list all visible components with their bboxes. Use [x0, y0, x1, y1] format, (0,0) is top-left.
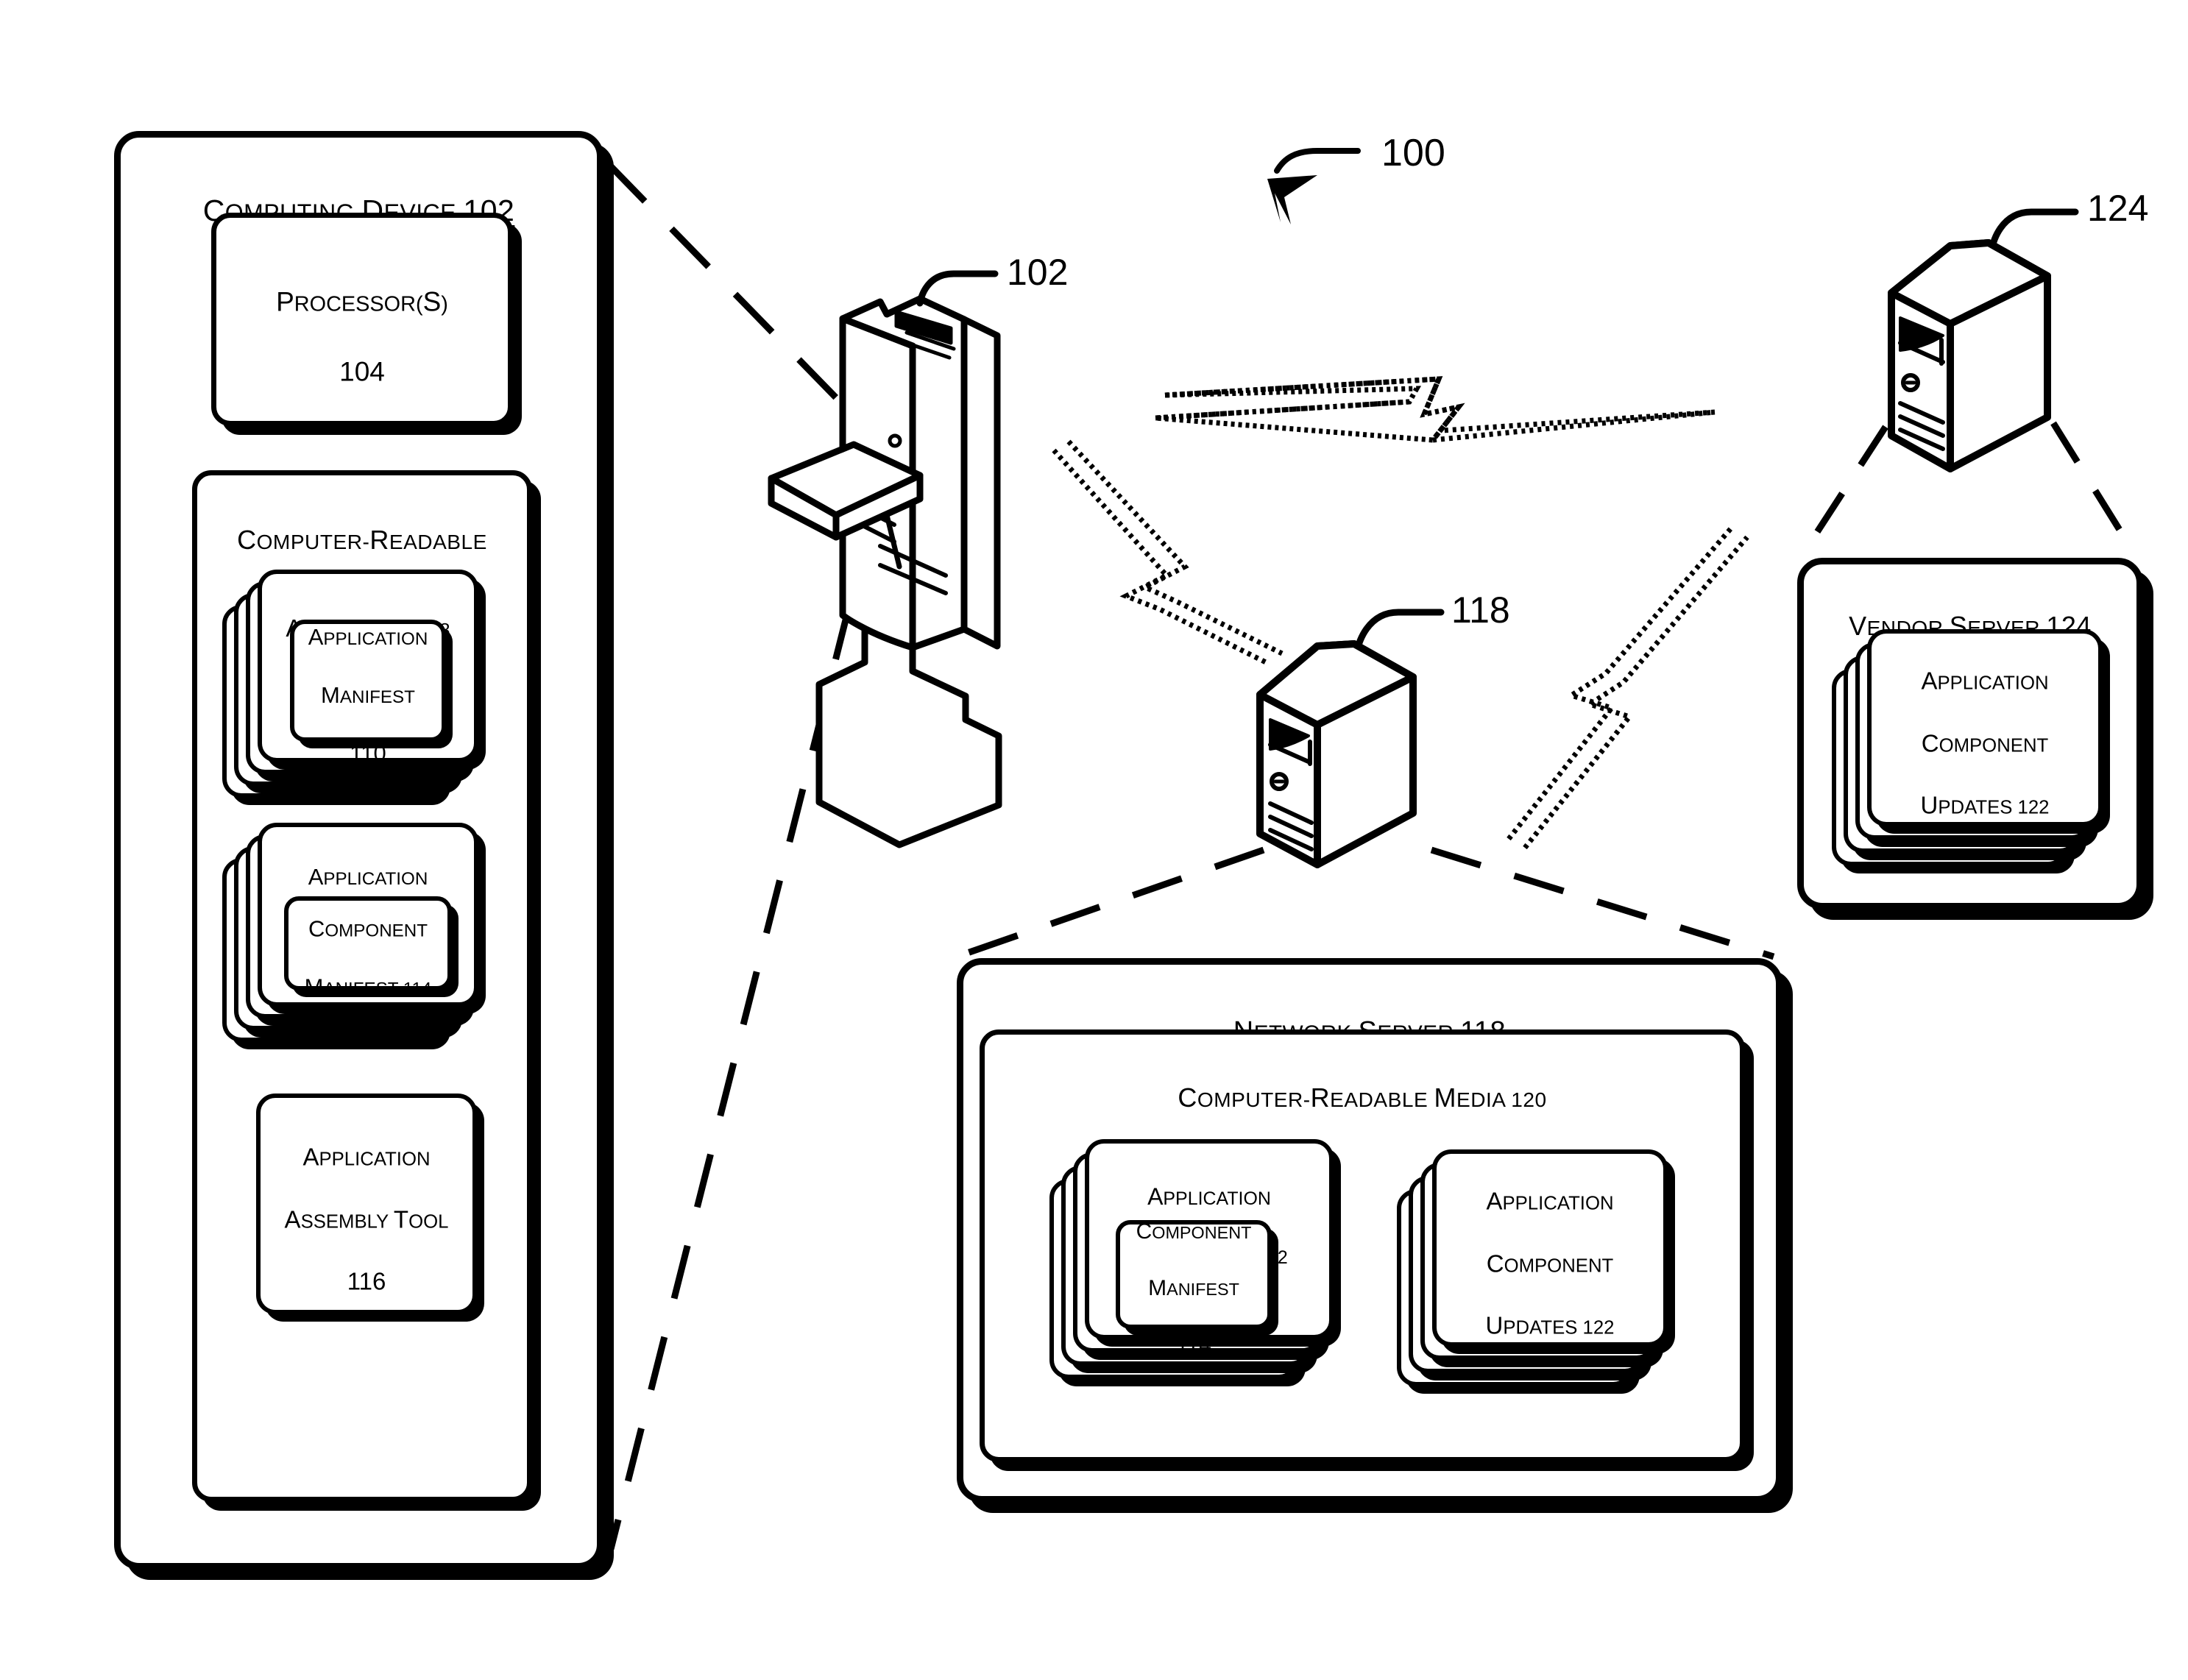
application-component-112-stack: APPLICATION COMPONENT 112 COMPONENT MANI…	[222, 823, 487, 1058]
ns-component-manifest-114-box: COMPONENT MANIFEST 114	[1116, 1219, 1272, 1357]
ns-application-component-updates-122-stack: APPLICATION COMPONENT UPDATES 122	[1397, 1149, 1706, 1429]
lightning-bolt-icon-right	[1507, 526, 1749, 850]
ns-component-manifest-114-label: COMPONENT MANIFEST 114	[1136, 1219, 1252, 1357]
lightning-bolt-icon-top	[1155, 376, 1465, 443]
vs-application-component-updates-122-stack: APPLICATION COMPONENT UPDATES 122	[1832, 629, 2126, 894]
vs-updates-122-card-front: APPLICATION COMPONENT UPDATES 122	[1867, 629, 2103, 826]
lightning-bolt-icon-top-outline	[1155, 376, 1716, 443]
component-112-card-front: APPLICATION COMPONENT 112 COMPONENT MANI…	[258, 823, 478, 1007]
component-manifest-114-label: COMPONENT MANIFEST 114	[304, 915, 432, 1000]
network-server-dashed-leader-right	[1430, 846, 1775, 960]
computing-device-panel: COMPUTING DEVICE 102 PROCESSOR(S) 104 CO…	[114, 131, 603, 1570]
desktop-computer-icon	[768, 295, 1002, 848]
lightning-bolt-icon-left	[1052, 439, 1284, 665]
vendor-server-ref-number: 124	[2087, 188, 2149, 229]
ns-updates-122-card-front: APPLICATION COMPONENT UPDATES 122	[1432, 1149, 1668, 1347]
vendor-server-dashed-leader-right	[2050, 421, 2139, 559]
system-callout-leader	[1267, 148, 1361, 224]
crm-106-box: COMPUTER-READABLE MEDIA 106 APPLICATION …	[192, 470, 532, 1502]
server-tower-icon-network	[1256, 640, 1417, 868]
application-108-stack: APPLICATION 108 APPLICATION MANIFEST 110	[222, 570, 487, 805]
application-manifest-110-box: APPLICATION MANIFEST 110	[290, 620, 446, 766]
system-ref-number: 100	[1381, 132, 1445, 174]
vendor-server-dashed-leader-left	[1798, 425, 1888, 559]
server-tower-icon-vendor	[1888, 239, 2051, 472]
ns-component-112-card-front: APPLICATION COMPONENT 112 COMPONENT MANI…	[1085, 1139, 1334, 1357]
application-manifest-110-label: APPLICATION MANIFEST 110	[308, 623, 428, 767]
crm-120-title: COMPUTER-READABLE MEDIA 120	[1178, 1082, 1547, 1113]
workstation-callout-leader	[916, 270, 999, 307]
crm-120-box: COMPUTER-READABLE MEDIA 120 APPLICATION …	[980, 1029, 1745, 1462]
workstation-ref-number: 102	[1007, 252, 1069, 293]
network-server-callout-leader	[1355, 609, 1445, 649]
ns-application-component-112-stack: APPLICATION COMPONENT 112 COMPONENT MANI…	[1049, 1139, 1359, 1419]
assembly-tool-ref: 116	[347, 1267, 386, 1295]
processor-label: PROCESSOR(S) 104	[276, 286, 448, 387]
application-assembly-tool-116-label: APPLICATION ASSEMBLY TOOL 116	[284, 1143, 449, 1295]
computing-device-dashed-leader-top	[605, 160, 853, 415]
ns-updates-122-label: APPLICATION COMPONENT UPDATES 122	[1485, 1187, 1615, 1339]
computing-device-dashed-leader-bottom	[607, 514, 876, 1550]
processor-box: PROCESSOR(S) 104	[211, 213, 513, 426]
ns-component-manifest-114-ref: 114	[1176, 1332, 1211, 1357]
network-server-dashed-leader-left	[955, 846, 1265, 960]
processor-ref: 104	[339, 356, 385, 387]
application-manifest-110-ref: 110	[350, 740, 386, 767]
application-assembly-tool-116-box: APPLICATION ASSEMBLY TOOL 116	[256, 1094, 477, 1314]
component-manifest-114-box: COMPONENT MANIFEST 114	[284, 896, 452, 1000]
vs-updates-122-label: APPLICATION COMPONENT UPDATES 122	[1920, 667, 2050, 819]
vendor-server-panel: VENDOR SERVER 124 APPLICATION COMPONENT …	[1797, 558, 2143, 910]
application-108-card-front: APPLICATION 108 APPLICATION MANIFEST 110	[258, 570, 478, 766]
patent-figure-canvas: 100 102 118 124 COMPUTING DEVICE 102 PRO…	[0, 0, 2188, 1680]
network-server-ref-number: 118	[1451, 589, 1510, 631]
network-server-panel: NETWORK SERVER 118 COMPUTER-READABLE MED…	[957, 958, 1782, 1503]
vendor-server-callout-leader	[1989, 208, 2079, 248]
